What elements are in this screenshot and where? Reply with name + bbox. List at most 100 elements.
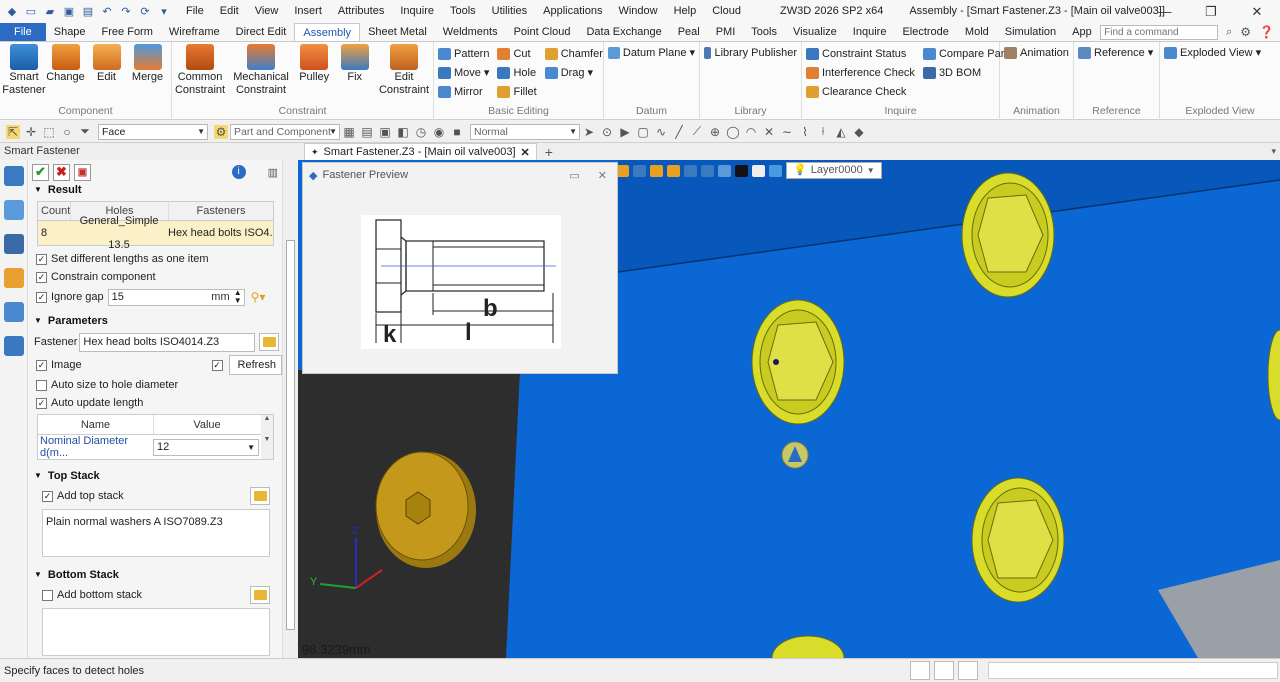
display-icon[interactable]	[718, 164, 731, 177]
param-value-select[interactable]: 12 ▼	[153, 438, 259, 456]
reference-button[interactable]: Reference ▾	[1078, 44, 1155, 61]
rotate-view-icon[interactable]	[650, 164, 663, 177]
fix-button[interactable]: Fix	[340, 44, 369, 97]
measure-icon[interactable]: ⚲▾	[251, 290, 266, 304]
status-view-icon[interactable]	[910, 661, 930, 680]
cancel-x-icon[interactable]: ✖	[53, 163, 70, 181]
checkbox-checked[interactable]: ✓	[36, 397, 47, 409]
intersection-icon[interactable]: ✕	[762, 125, 776, 139]
pin-icon[interactable]: ▥	[268, 166, 278, 179]
merge-button[interactable]: Merge	[128, 44, 167, 97]
tab-app[interactable]: App	[1064, 23, 1100, 41]
table-row[interactable]: Nominal Diameter d(m... 12 ▼	[38, 435, 273, 459]
document-tab[interactable]: ✦ Smart Fastener.Z3 - [Main oil valve003…	[304, 143, 537, 160]
move-button[interactable]: Move ▾	[438, 64, 489, 81]
trim-icon[interactable]: ⟊	[816, 124, 830, 139]
diff-lengths-option[interactable]: ✓ Set different lengths as one item	[28, 250, 282, 268]
table-row[interactable]: 8 General_Simple 13.5 Hex head bolts ISO…	[38, 215, 273, 251]
ok-check-icon[interactable]: ✔	[32, 163, 49, 181]
box-select-icon[interactable]: ⬚	[42, 125, 56, 139]
image-options-checkbox[interactable]: ✓	[211, 359, 223, 371]
tab-point-cloud[interactable]: Point Cloud	[506, 23, 579, 41]
edit-constraint-button[interactable]: Edit Constraint	[379, 44, 429, 97]
checkbox-checked[interactable]: ✓	[36, 271, 47, 283]
tab-file[interactable]: File	[0, 23, 46, 41]
spinner-icon[interactable]: ▲ ▼	[234, 288, 242, 305]
bottom-stack-section-header[interactable]: ▼ Bottom Stack	[28, 565, 282, 584]
ignore-gap-input[interactable]: 15 mm ▲ ▼	[107, 288, 245, 306]
edit-component-button[interactable]: Edit	[87, 44, 126, 97]
parameters-section-header[interactable]: ▼ Parameters	[28, 311, 282, 330]
tab-electrode[interactable]: Electrode	[894, 23, 956, 41]
status-screen-icon[interactable]	[934, 661, 954, 680]
dropdown-icon[interactable]: ▾	[156, 5, 172, 19]
drag-button[interactable]: Drag ▾	[544, 64, 603, 81]
result-section-header[interactable]: ▼ Result	[28, 180, 282, 199]
constraint-status-button[interactable]: Constraint Status	[806, 45, 915, 62]
tab-free-form[interactable]: Free Form	[94, 23, 161, 41]
crosshair-icon[interactable]: ✛	[24, 125, 38, 139]
menu-cloud[interactable]: Cloud	[704, 0, 749, 23]
lighting-icon[interactable]	[769, 164, 782, 177]
wire-icon[interactable]	[752, 164, 765, 177]
color-filter-icon[interactable]: ◧	[396, 125, 410, 139]
table-scrollbar[interactable]: ▲ ▼	[261, 415, 273, 459]
new-file-icon[interactable]: ▭	[23, 5, 39, 19]
minimize-icon[interactable]: —	[1142, 0, 1188, 23]
refresh-button[interactable]: Refresh	[228, 355, 282, 375]
menu-insert[interactable]: Insert	[286, 0, 330, 23]
exploded-view-button[interactable]: Exploded View ▾	[1164, 44, 1276, 61]
tab-peal[interactable]: Peal	[670, 23, 708, 41]
solid-icon[interactable]: ◆	[852, 125, 866, 139]
mirror-button[interactable]: Mirror	[438, 83, 489, 100]
tab-mold[interactable]: Mold	[957, 23, 997, 41]
tab-direct-edit[interactable]: Direct Edit	[228, 23, 295, 41]
tab-data-exchange[interactable]: Data Exchange	[578, 23, 669, 41]
fillet-button[interactable]: Fillet	[497, 83, 537, 100]
checkbox-checked[interactable]: ✓	[36, 291, 47, 303]
clearance-check-button[interactable]: Clearance Check	[806, 83, 915, 100]
interference-check-button[interactable]: Interference Check	[806, 64, 915, 81]
common-constraint-button[interactable]: Common Constraint	[175, 44, 225, 97]
pattern-button[interactable]: Pattern	[438, 45, 489, 62]
zoom-icon[interactable]	[633, 164, 646, 177]
list-item[interactable]: Plain normal washers A ISO7089.Z3	[46, 516, 223, 528]
auto-size-option[interactable]: Auto size to hole diameter	[28, 376, 282, 394]
pan-icon[interactable]	[667, 164, 680, 177]
checkbox-checked[interactable]: ✓	[42, 490, 53, 502]
circle-icon[interactable]: ◯	[726, 125, 740, 139]
close-icon[interactable]: ✕	[1234, 0, 1280, 23]
render-mode-select[interactable]: Normal ▼	[470, 123, 580, 140]
pick-icon[interactable]: ⇱	[6, 124, 20, 139]
open-folder-icon[interactable]: ▰	[42, 5, 58, 19]
status-list-icon[interactable]	[958, 661, 978, 680]
pulley-button[interactable]: Pulley	[298, 44, 330, 97]
filter-icon[interactable]: ⏷	[78, 124, 92, 139]
center-icon[interactable]: ⊕	[708, 125, 722, 139]
fit-icon[interactable]	[684, 164, 697, 177]
menu-inquire[interactable]: Inquire	[392, 0, 442, 23]
part-library-icon[interactable]	[4, 268, 24, 288]
filter-select[interactable]: Face ▼	[98, 123, 208, 140]
record-icon[interactable]: ◉	[432, 125, 446, 139]
wave-icon[interactable]: ∼	[780, 125, 794, 139]
constrain-option[interactable]: ✓ Constrain component	[28, 268, 282, 286]
tab-visualize[interactable]: Visualize	[785, 23, 845, 41]
hole-button[interactable]: Hole	[497, 64, 536, 81]
tab-list-icon[interactable]: ▾	[1271, 146, 1276, 157]
preview-close-icon[interactable]: ✕	[598, 169, 607, 182]
auto-update-option[interactable]: ✓ Auto update length	[28, 394, 282, 412]
change-button[interactable]: Change	[46, 44, 85, 97]
chamfer-button[interactable]: Chamfer	[544, 45, 603, 62]
checkbox-checked[interactable]: ✓	[36, 253, 47, 265]
tab-pmi[interactable]: PMI	[708, 23, 744, 41]
assembly-manager-icon[interactable]	[4, 166, 24, 186]
menu-attributes[interactable]: Attributes	[330, 0, 392, 23]
tab-wireframe[interactable]: Wireframe	[161, 23, 228, 41]
menu-tools[interactable]: Tools	[442, 0, 484, 23]
point-icon[interactable]: ⊙	[600, 125, 614, 139]
tangent-icon[interactable]: ⟋	[690, 124, 704, 139]
panel-scrollbar[interactable]	[282, 160, 298, 658]
redo-icon[interactable]: ↷	[118, 5, 134, 19]
tab-tools[interactable]: Tools	[743, 23, 785, 41]
